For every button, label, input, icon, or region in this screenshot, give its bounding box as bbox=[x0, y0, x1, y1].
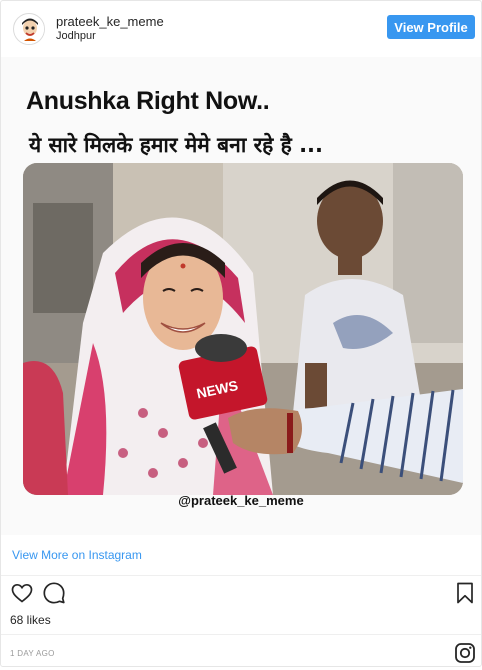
avatar[interactable] bbox=[13, 13, 45, 45]
username-link[interactable]: prateek_ke_meme bbox=[56, 14, 164, 29]
divider bbox=[1, 634, 481, 635]
post-header: prateek_ke_meme Jodhpur View Profile bbox=[1, 1, 481, 57]
post-image[interactable]: Anushka Right Now.. ये सारे मिलके हमार म… bbox=[1, 57, 481, 535]
divider bbox=[1, 575, 481, 576]
location-link[interactable]: Jodhpur bbox=[56, 30, 96, 42]
instagram-logo-icon[interactable] bbox=[453, 641, 477, 665]
meme-caption-hindi: ये सारे मिलके हमार मेमे बना रहे है ... bbox=[29, 133, 324, 157]
likes-count: 68 likes bbox=[10, 613, 51, 627]
heart-icon[interactable] bbox=[10, 581, 34, 605]
meme-photo: NEWS bbox=[23, 163, 463, 495]
bookmark-icon[interactable] bbox=[453, 581, 477, 605]
view-more-link[interactable]: View More on Instagram bbox=[12, 548, 142, 562]
instagram-embed-card: prateek_ke_meme Jodhpur View Profile Anu… bbox=[0, 0, 482, 667]
post-timestamp: 1 DAY AGO bbox=[10, 649, 55, 658]
comment-icon[interactable] bbox=[42, 581, 66, 605]
view-profile-button[interactable]: View Profile bbox=[387, 15, 475, 39]
watermark-text: @prateek_ke_meme bbox=[178, 493, 304, 508]
meme-caption-title: Anushka Right Now.. bbox=[26, 87, 270, 115]
